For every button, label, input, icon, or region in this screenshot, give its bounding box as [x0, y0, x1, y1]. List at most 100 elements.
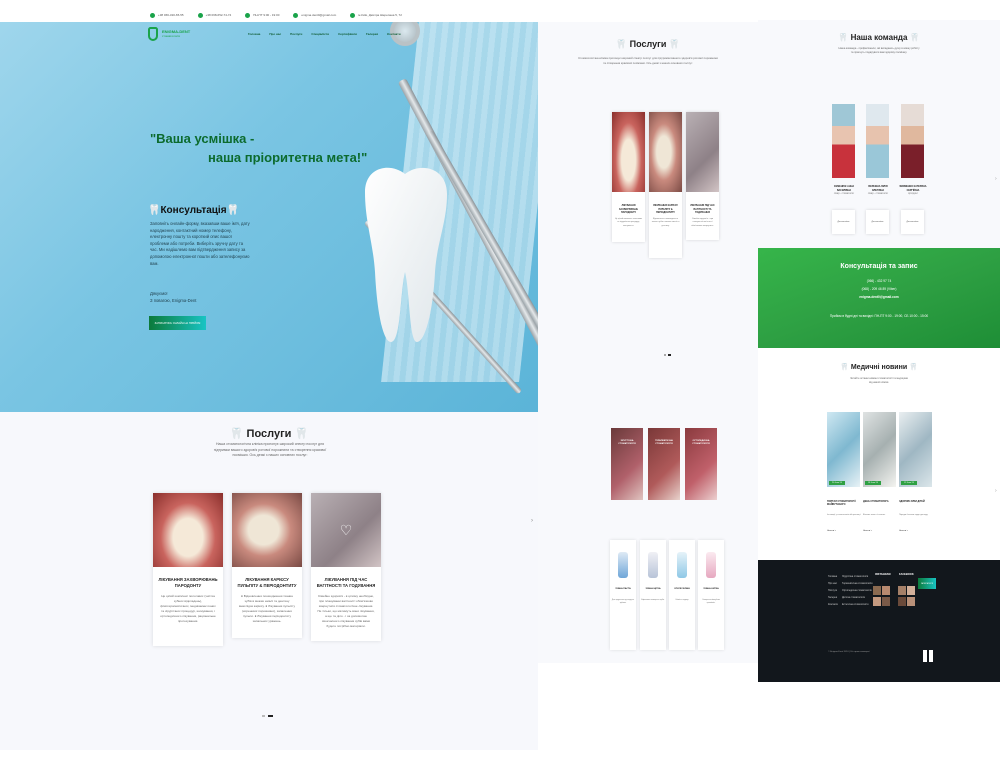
mid-carousel-dots	[664, 354, 671, 356]
footer-link[interactable]: Дитяча стоматологія	[842, 594, 872, 601]
spec-card-therapy[interactable]: ТЕРАПЕВТИЧНА СТОМАТОЛОГІЯ	[648, 428, 680, 500]
carousel-dot-active[interactable]	[268, 715, 273, 717]
instagram-thumb[interactable]	[882, 597, 890, 606]
pause-icon[interactable]	[923, 650, 933, 662]
doctor-details-button[interactable]: Детальніше	[832, 210, 855, 234]
spec-label: ОРТОПЕДИЧНА СТОМАТОЛОГІЯ	[692, 440, 710, 446]
spec-card-orthopedics[interactable]: ОРТОПЕДИЧНА СТОМАТОЛОГІЯ	[685, 428, 717, 500]
carousel-dot-active[interactable]	[668, 354, 671, 356]
facebook-thumb[interactable]	[898, 586, 906, 595]
service-card-desc: Сімейне здоров'я - в цілому необхідно, п…	[317, 594, 375, 628]
news-title[interactable]: ДЕНЬ СТОМАТОЛОГА	[863, 500, 899, 503]
team-page-preview: 🦷 Наша команда 🦷 Наша команда - професіо…	[758, 20, 1000, 682]
chevron-right-icon[interactable]: ›	[531, 518, 533, 524]
nav-item-home[interactable]: Головна	[248, 32, 260, 36]
caries-treatment-photo	[232, 493, 302, 567]
contact-schedule: Прийом в будні дні та вихідні: ПН-ПТ 9:0…	[829, 314, 929, 318]
news-read-more-link[interactable]: Читати >	[899, 530, 908, 532]
topbar-hours: ПН-ПТ 9:00 - 19:00	[245, 12, 279, 18]
caries-treatment-photo	[649, 112, 682, 192]
product-desc: Очищення міжзубних проміжків.	[702, 599, 720, 605]
card-spacer	[686, 228, 719, 240]
top-contact-bar: +38 066-320-65-55 +38 068-652-74-74 ПН-П…	[0, 8, 538, 22]
topbar-email[interactable]: enigma.dent0@gmail.com	[293, 12, 336, 18]
carousel-dot[interactable]	[664, 354, 666, 356]
news-read-more-link[interactable]: Читати >	[827, 530, 836, 532]
carousel-dots	[262, 715, 273, 717]
footer-link[interactable]: Ортопедична стоматологія	[842, 587, 872, 594]
footer-copyright: © Enigma-Dent 2024 | Усі права захищені	[828, 651, 870, 653]
spec-card-surgery[interactable]: ХІРУРГІЧНА СТОМАТОЛОГІЯ	[611, 428, 643, 500]
topbar-address[interactable]: м.Київ, Дмитра Шерепана 5, 72	[350, 12, 402, 18]
doctor-photo	[866, 104, 889, 178]
instagram-thumb[interactable]	[873, 597, 881, 606]
mid-card-desc: Сімейне здоров'я - при плануванні вагітн…	[691, 217, 714, 227]
news-title[interactable]: ЗДОРОВІ ЗУБИ ДІТЕЙ	[899, 500, 935, 503]
chevron-right-icon[interactable]: ›	[995, 488, 997, 494]
hero-quote-line1: "Ваша усмішка -	[150, 131, 255, 146]
dental-floss-image	[706, 552, 716, 578]
nav-item-certificates[interactable]: Сертифікати	[338, 32, 357, 36]
doctor-role: ортодонт	[907, 192, 919, 195]
news-photo[interactable]: 20 June 24	[827, 412, 860, 487]
product-desc: Свіжість подиху.	[675, 599, 689, 602]
footer-link[interactable]: Головна	[828, 573, 838, 580]
doctor-details-button[interactable]: Детальніше	[866, 210, 889, 234]
news-title[interactable]: ПОРТАЛ СТОМАТОЛОГІЇ МАЙБУТНЬОГО	[827, 500, 863, 507]
product-card[interactable]: ЗУБНА ПАСТА Для щоденного догляду за зуб…	[610, 540, 636, 650]
facebook-thumb[interactable]	[907, 597, 915, 606]
nav-item-specialists[interactable]: Спеціалісти	[311, 32, 329, 36]
instagram-thumb[interactable]	[882, 586, 890, 595]
instagram-thumb[interactable]	[873, 586, 881, 595]
specializations-preview: ХІРУРГІЧНА СТОМАТОЛОГІЯ ТЕРАПЕВТИЧНА СТО…	[538, 400, 758, 663]
topbar-address-text: м.Київ, Дмитра Шерепана 5, 72	[358, 13, 402, 17]
footer-link[interactable]: Послуги	[828, 587, 838, 594]
service-card[interactable]: ♡ ЛІКУВАННЯ ПІД ЧАС ВАГІТНОСТІ ТА ГОДУВА…	[311, 493, 381, 641]
phone-icon	[197, 12, 203, 18]
news-read-more-link[interactable]: Читати >	[863, 530, 872, 532]
nav-item-contacts[interactable]: Контакти	[387, 32, 400, 36]
footer-link[interactable]: Терапевтична стоматологія	[842, 580, 872, 587]
contact-phone2[interactable]: (068) - 209 46 89 (Viber)	[758, 287, 1000, 291]
doctor-role: лікар - стоматолог	[867, 192, 889, 195]
consultation-heading: 🦷Консультація🦷	[148, 205, 239, 216]
main-nav: Головна Про нас Послуги Спеціалісти Серт…	[248, 32, 401, 36]
service-card[interactable]: ЛІКУВАННЯ КАРІЄСУ ПУЛЬПІТУ & ПЕРІОДОНТИТ…	[232, 493, 302, 638]
doctor-name: ЯКИМЕНКО КАТЕРИНА СЕРГІЇВНА	[899, 185, 927, 192]
chevron-right-icon[interactable]: ›	[995, 176, 997, 182]
footer-link[interactable]: Естетична стоматологія	[842, 601, 872, 608]
footer-booking-button[interactable]: ЗАПИСАТИСЯ	[918, 578, 936, 589]
nav-item-gallery[interactable]: Галерея	[366, 32, 378, 36]
news-photo[interactable]: 18 June 24	[863, 412, 896, 487]
mid-service-card[interactable]: ЛІКУВАННЯ КАРІЄСУ ПУЛЬПІТУ & ПЕРІОДОНТИТ…	[649, 112, 682, 258]
product-card[interactable]: ЗУБНА НИТКА Очищення міжзубних проміжків…	[698, 540, 724, 650]
contact-phone1[interactable]: (066) - 432 97 74	[758, 279, 1000, 283]
news-photo[interactable]: 12 June 24	[899, 412, 932, 487]
nav-item-about[interactable]: Про нас	[269, 32, 281, 36]
nav-item-services[interactable]: Послуги	[290, 32, 302, 36]
consultation-sign: Дякуємо! З повагою, Enigma-Dent	[150, 290, 252, 304]
topbar-phone1[interactable]: +38 066-320-65-55	[150, 12, 184, 18]
site-logo[interactable]: ENIGMA-DENT стоматологія	[148, 27, 190, 41]
product-card[interactable]: ОПОЛІСКУВАЧ Свіжість подиху.	[669, 540, 695, 650]
carousel-dot[interactable]	[262, 715, 265, 717]
services-heading-text: Послуги	[246, 428, 292, 440]
footer-link[interactable]: Хірургічна стоматологія	[842, 573, 872, 580]
contact-email[interactable]: enigma.dent0@gmail.com	[758, 295, 1000, 299]
team-description: Наша команда - професіонали, які вкладаю…	[838, 47, 920, 55]
mid-service-card[interactable]: ЛІКУВАННЯ ЗАХВОРЮВАНЬ ПАРОДОНТУ Це цілий…	[612, 112, 645, 242]
facebook-thumb[interactable]	[907, 586, 915, 595]
topbar-phone2[interactable]: +38 068-652-74-74	[197, 12, 231, 18]
footer-link[interactable]: Контакти	[828, 601, 838, 608]
online-booking-button[interactable]: ЗАПИСАТИСЬ ОНЛАЙН НА ПРИЙОМ	[149, 316, 206, 330]
footer-link[interactable]: Про нас	[828, 580, 838, 587]
footer-link[interactable]: Галерея	[828, 594, 838, 601]
service-card[interactable]: ЛІКУВАННЯ ЗАХВОРЮВАНЬ ПАРОДОНТУ Це цілий…	[153, 493, 223, 646]
doctor-photo	[832, 104, 855, 178]
main-page-preview: +38 066-320-65-55 +38 068-652-74-74 ПН-П…	[0, 0, 538, 750]
site-footer: Головна Про нас Послуги Галерея Контакти…	[758, 560, 1000, 682]
facebook-thumb[interactable]	[898, 597, 906, 606]
doctor-details-button[interactable]: Детальніше	[901, 210, 924, 234]
mid-service-card[interactable]: ЛІКУВАННЯ ПІД ЧАС ВАГІТНОСТІ ТА ГОДУВАНН…	[686, 112, 719, 240]
product-card[interactable]: ЗУБНА ЩІТКА Ефективне очищення зубів.	[640, 540, 666, 650]
